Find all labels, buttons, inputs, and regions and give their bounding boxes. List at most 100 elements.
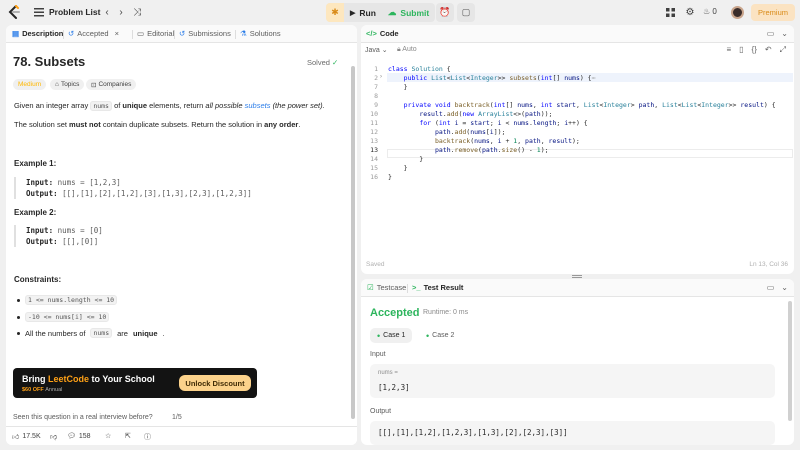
difficulty-badge: Medium xyxy=(13,79,47,90)
chevron-left-icon[interactable]: ‹ xyxy=(100,6,114,19)
run-submit-group: ✱ ▶ Run ☁ Submit xyxy=(326,3,436,22)
runtime-label: Runtime: 0 ms xyxy=(423,309,469,316)
tab-editorial[interactable]: ▭ Editorial xyxy=(137,29,174,38)
example-2-block: Input: nums = [0] Output: [[],[0]] xyxy=(14,225,103,247)
problem-list-link[interactable]: Problem List xyxy=(49,7,100,17)
description-panel: ▤ Description ↺ Accepted × ▭ Editorial ↺… xyxy=(6,25,357,445)
result-scrollbar[interactable] xyxy=(788,301,792,421)
problem-title: 78. Subsets xyxy=(13,54,86,69)
shuffle-icon[interactable]: ⤨ xyxy=(130,6,144,19)
note-icon: ▢ xyxy=(461,7,471,17)
braces-icon[interactable]: {} xyxy=(752,45,757,55)
book-icon: ▭ xyxy=(137,29,145,38)
comments-button[interactable]: 💬︎ 158 xyxy=(67,432,91,441)
case-1-tab[interactable]: • Case 1 xyxy=(370,328,413,343)
fire-icon: ♨ xyxy=(703,7,711,16)
flask-icon: ⚗ xyxy=(240,29,247,38)
bookmark-icon[interactable]: ▯ xyxy=(739,45,743,55)
terminal-icon: >_ xyxy=(412,283,421,292)
tag-icon: ⌂ xyxy=(55,81,59,88)
code-toolbar: Java ⌄ 🔒︎ Auto ≡ ▯ {} ↶ ⤢ xyxy=(361,43,794,58)
tab-accepted[interactable]: ↺ Accepted × xyxy=(68,29,119,38)
play-icon: ▶ xyxy=(350,9,356,17)
result-status: Accepted xyxy=(370,307,420,319)
code-panel: </> Code ▭ ⌄ Java ⌄ 🔒︎ Auto ≡ ▯ {} ↶ ⤢ 1… xyxy=(361,25,794,274)
tab-testcase[interactable]: ☑ Testcase xyxy=(367,283,406,292)
example-1-block: Input: nums = [1,2,3] Output: [[],[1],[2… xyxy=(14,177,252,199)
dot-icon: • xyxy=(377,330,381,341)
code-icon: </> xyxy=(366,29,377,38)
save-status: Saved xyxy=(366,261,385,268)
left-tabs: ▤ Description ↺ Accepted × ▭ Editorial ↺… xyxy=(6,25,357,43)
output-box: [[],[1],[1,2],[1,2,3],[1,3],[2],[2,3],[3… xyxy=(370,421,775,445)
premium-button[interactable]: Premium xyxy=(751,4,795,21)
star-icon: ☆ xyxy=(105,433,112,440)
editor-actions: ≡ ▯ {} ↶ ⤢ xyxy=(726,45,786,55)
comment-icon: 💬︎ xyxy=(67,433,76,440)
unlock-discount-button[interactable]: Unlock Discount xyxy=(179,375,251,391)
chevron-down-icon[interactable]: ⌄ xyxy=(781,29,788,38)
layout-grid-icon[interactable] xyxy=(663,6,677,19)
tab-description[interactable]: ▤ Description xyxy=(12,29,63,38)
checkbox-icon: ☑ xyxy=(367,283,374,292)
debug-button[interactable]: ✱ xyxy=(326,3,344,22)
history-icon: ↺ xyxy=(68,29,75,38)
favorite-button[interactable]: ☆ xyxy=(105,432,111,440)
problem-statement-2: The solution set must not contain duplic… xyxy=(14,120,301,129)
problem-list-icon[interactable] xyxy=(32,6,46,19)
tab-test-result[interactable]: >_ Test Result xyxy=(412,283,463,292)
example-1-title: Example 1: xyxy=(14,159,57,168)
run-button[interactable]: ▶ Run xyxy=(344,3,382,22)
reset-icon[interactable]: ↶ xyxy=(765,45,772,55)
promo-title: Bring LeetCode to Your School xyxy=(22,374,155,384)
user-avatar[interactable] xyxy=(731,6,744,19)
chevron-down-icon: ⌄ xyxy=(381,47,388,54)
tab-submissions[interactable]: ↺ Submissions xyxy=(179,29,231,38)
constraint-item: -10 <= nums[i] <= 10 xyxy=(17,312,110,322)
share-button[interactable]: ⇱ xyxy=(125,432,131,440)
subsets-link[interactable]: subsets xyxy=(245,101,271,110)
notes-button[interactable]: ▢ xyxy=(457,3,475,22)
cloud-upload-icon: ☁ xyxy=(387,7,397,17)
document-icon: ▤ xyxy=(12,29,20,38)
seen-counter: 1/5 xyxy=(172,414,182,421)
settings-gear-icon[interactable]: ⚙ xyxy=(683,6,697,19)
chevron-down-icon[interactable]: ⌄ xyxy=(781,283,788,292)
close-icon[interactable]: × xyxy=(115,29,119,38)
format-icon[interactable]: ≡ xyxy=(726,45,731,55)
input-box: nums = [1,2,3] xyxy=(370,364,775,398)
problem-statement-1: Given an integer array nums of unique el… xyxy=(14,101,325,111)
top-bar: Problem List ‹ › ⤨ ✱ ▶ Run ☁ Submit ⏰ ▢ … xyxy=(0,0,800,25)
help-circle-icon: ⓘ xyxy=(144,434,151,441)
leetcode-logo-icon[interactable] xyxy=(8,5,21,20)
timer-button[interactable]: ⏰ xyxy=(436,3,454,22)
chevron-right-icon[interactable]: › xyxy=(114,6,128,19)
panel-resize-handle[interactable] xyxy=(572,275,582,278)
submit-button[interactable]: ☁ Submit xyxy=(382,3,435,22)
language-select[interactable]: Java ⌄ xyxy=(365,46,388,54)
case-2-tab[interactable]: • Case 2 xyxy=(419,328,461,343)
description-scrollbar[interactable] xyxy=(351,66,355,419)
code-header: </> Code ▭ ⌄ xyxy=(361,25,794,43)
topics-chip[interactable]: ⌂ Topics xyxy=(50,79,85,90)
solved-status: Solved ✓ xyxy=(307,58,339,67)
maximize-icon[interactable]: ▭ xyxy=(767,283,775,292)
dot-icon: • xyxy=(426,330,430,341)
companies-chip[interactable]: ⊡ Companies xyxy=(86,79,137,90)
thumbs-down-icon: 👎︎ xyxy=(50,434,58,441)
code-tab[interactable]: </> Code xyxy=(366,29,399,38)
lock-icon: 🔒︎ xyxy=(397,46,401,53)
streak-counter[interactable]: ♨ 0 xyxy=(703,7,717,16)
check-circle-icon: ✓ xyxy=(332,58,339,67)
like-button[interactable]: 👍︎ 17.5K xyxy=(12,432,41,441)
maximize-icon[interactable]: ▭ xyxy=(767,29,775,38)
alarm-clock-icon: ⏰ xyxy=(439,7,451,17)
tab-solutions[interactable]: ⚗ Solutions xyxy=(240,29,281,38)
promo-banner[interactable]: Bring LeetCode to Your School $60 OFF An… xyxy=(13,368,257,398)
help-button[interactable]: ⓘ xyxy=(144,432,151,442)
result-panel: ☑ Testcase >_ Test Result ▭ ⌄ Accepted R… xyxy=(361,279,794,445)
auto-mode-toggle[interactable]: 🔒︎ Auto xyxy=(397,46,417,54)
fullscreen-icon[interactable]: ⤢ xyxy=(780,45,786,55)
result-header-actions: ▭ ⌄ xyxy=(767,283,788,292)
dislike-button[interactable]: 👎︎ xyxy=(50,432,57,441)
